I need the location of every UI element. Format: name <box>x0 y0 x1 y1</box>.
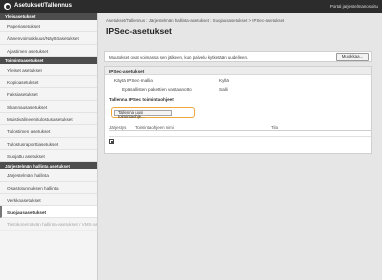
sidebar-item-paper[interactable]: Paperiasetukset <box>0 20 97 33</box>
sidebar-item-network[interactable]: Verkkoasetukset <box>0 194 97 207</box>
sidebar-item-media-print[interactable]: Muistivälineenitulostusasetukset <box>0 113 97 126</box>
table-divider <box>109 136 371 137</box>
top-bar: Asetukset/Tallennus Portal jarjestelmano… <box>0 0 382 13</box>
sidebar-item-copy[interactable]: Kopioasetukset <box>0 76 97 89</box>
sidebar-item-report[interactable]: Tulostusraporttiasetukset <box>0 138 97 150</box>
sidebar: Yleisasetukset Paperiasetukset Äänenvoim… <box>0 13 98 280</box>
policy-table: Järjestys Toimintaohjeen nimi Tila <box>109 123 371 137</box>
sidebar-item-department-id[interactable]: Osastotunnuksen hallinta <box>0 182 97 194</box>
sidebar-item-scan[interactable]: Skannausasetukset <box>0 101 97 114</box>
sidebar-item-secure[interactable]: Suojattu asetukset <box>0 150 97 163</box>
info-text: Muutokset ovat voimassa sen jälkeen, kun… <box>109 54 249 60</box>
app-logo-icon <box>4 3 11 10</box>
breadcrumb: Asetukset/Tallennus : Järjestelmän halli… <box>106 18 285 23</box>
setting-value-packets: Salli <box>219 87 228 92</box>
policy-section-header: Tallenna IPSec toimintaohjeet <box>109 97 174 102</box>
edit-button[interactable]: Muokkaa... <box>336 53 369 61</box>
sidebar-item-printer[interactable]: Tulostimen asetukset <box>0 125 97 138</box>
sidebar-item-common[interactable]: Yleiset asetukset <box>0 64 97 77</box>
app-title: Asetukset/Tallennus <box>14 3 72 9</box>
sidebar-item-volume[interactable]: Äänenvoimakkuus/Näyttöasetukset <box>0 32 97 45</box>
sidebar-section-system: Järjestelmän hallinta asetukset <box>0 162 97 170</box>
setting-label-packets: Epäsallisten pakettien vastaanotto <box>122 87 192 92</box>
settings-panel: IPSec-asetukset Käytä IPSec-mallia Kyllä… <box>104 66 372 154</box>
sidebar-section-general: Yleisasetukset <box>0 13 97 20</box>
sidebar-item-security[interactable]: Suojausasetukset <box>0 206 97 219</box>
page-title: IPSec-asetukset <box>106 26 172 36</box>
portal-link[interactable]: Portal jarjestelmanosoitu <box>330 4 378 9</box>
main-content: Asetukset/Tallennus : Järjestelmän halli… <box>104 13 376 280</box>
select-all-checkbox-icon[interactable] <box>109 139 114 144</box>
sidebar-item-system-management[interactable]: Järjestelmän hallinta <box>0 169 97 182</box>
ipsec-settings-header: IPSec-asetukset <box>105 67 371 75</box>
sidebar-section-functions: Toimintoasetukset <box>0 56 97 64</box>
sidebar-item-fax[interactable]: Faksiasetukset <box>0 88 97 101</box>
setting-label-use-ipsec: Käytä IPSec-mallia <box>114 78 153 83</box>
col-policy-name[interactable]: Toimintaohjeen nimi <box>135 125 174 130</box>
sidebar-item-timer[interactable]: Ajastimen asetukset <box>0 45 97 57</box>
col-status[interactable]: Tila <box>271 125 278 130</box>
setting-value-use-ipsec: Kyllä <box>219 78 229 83</box>
sidebar-item-device-management[interactable]: Tietokonemävän hallinta-asetukset / VMX-… <box>0 218 97 231</box>
policy-table-header: Järjestys Toimintaohjeen nimi Tila <box>109 123 371 131</box>
col-order[interactable]: Järjestys <box>109 125 126 130</box>
info-bar: Muutokset ovat voimassa sen jälkeen, kun… <box>104 51 372 62</box>
register-policy-button[interactable]: Tallenna uusi toimintaohje... <box>114 110 172 119</box>
register-policy-highlight: Tallenna uusi toimintaohje... <box>111 107 195 119</box>
